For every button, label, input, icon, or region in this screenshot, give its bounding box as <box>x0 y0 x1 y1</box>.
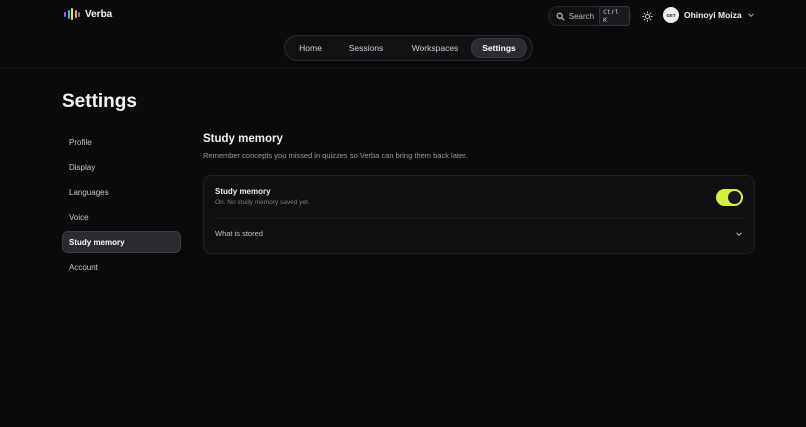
header-divider <box>0 67 806 68</box>
sidebar-item-study-memory[interactable]: Study memory <box>62 231 181 253</box>
tab-workspaces[interactable]: Workspaces <box>399 38 471 58</box>
toggle-knob <box>728 191 741 204</box>
sidebar-item-voice[interactable]: Voice <box>62 206 181 228</box>
waveform-logo-icon <box>64 8 80 20</box>
avatar: GET <box>663 7 679 23</box>
section-title: Study memory <box>203 133 283 145</box>
tab-home[interactable]: Home <box>288 38 333 58</box>
card-divider <box>214 218 744 219</box>
user-name: Ohinoyi Moiza <box>684 10 742 20</box>
tab-settings[interactable]: Settings <box>471 38 527 58</box>
study-memory-setting: Study memory On. No study memory saved y… <box>215 187 310 206</box>
app-name: Verba <box>85 8 113 20</box>
search-button[interactable]: Search Ctrl K <box>548 6 631 26</box>
settings-sidebar: Profile Display Languages Voice Study me… <box>62 131 181 281</box>
top-header: Verba Search Ctrl K GET Ohinoyi Moiza <box>0 0 806 32</box>
app-logo[interactable]: Verba <box>64 8 112 20</box>
setting-label: Study memory <box>215 187 271 196</box>
sidebar-item-profile[interactable]: Profile <box>62 131 181 153</box>
main-nav: Home Sessions Workspaces Settings <box>284 35 533 61</box>
chevron-down-icon[interactable] <box>734 229 744 239</box>
sun-icon <box>641 10 653 22</box>
tab-sessions[interactable]: Sessions <box>333 38 399 58</box>
search-icon <box>556 12 565 21</box>
sidebar-item-languages[interactable]: Languages <box>62 181 181 203</box>
section-description: Remember concepts you missed in quizzes … <box>203 151 468 160</box>
study-memory-card: Study memory On. No study memory saved y… <box>203 175 755 254</box>
search-label: Search <box>568 11 595 21</box>
study-memory-toggle[interactable] <box>716 189 743 206</box>
what-is-stored-expander[interactable]: What is stored <box>215 229 263 238</box>
setting-status: On. No study memory saved yet. <box>215 199 310 206</box>
sidebar-item-account[interactable]: Account <box>62 256 181 278</box>
sidebar-item-display[interactable]: Display <box>62 156 181 178</box>
theme-toggle-button[interactable] <box>640 9 654 23</box>
user-menu[interactable]: GET Ohinoyi Moiza <box>663 7 755 23</box>
page-title: Settings <box>62 91 137 112</box>
chevron-down-icon <box>747 13 754 18</box>
search-shortcut: Ctrl K <box>599 6 630 26</box>
